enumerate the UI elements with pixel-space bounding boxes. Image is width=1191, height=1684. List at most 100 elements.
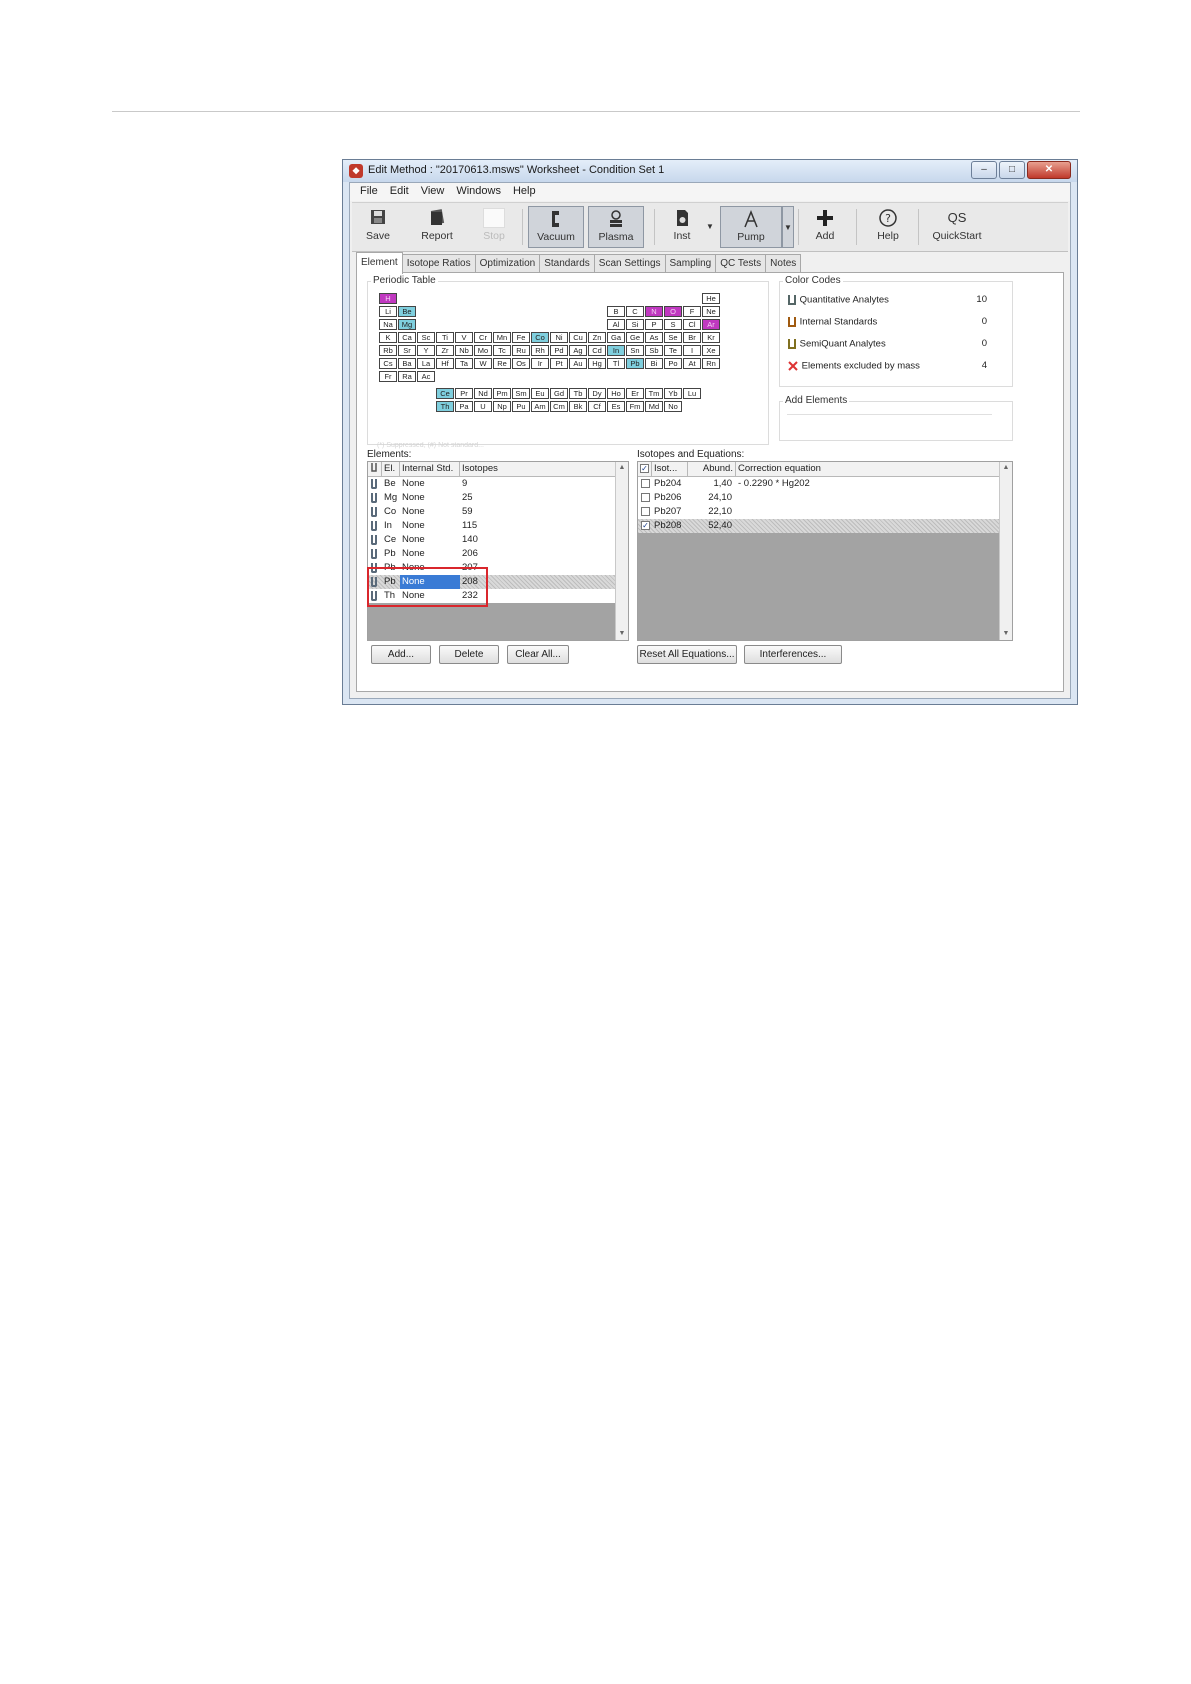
add-elements-input[interactable]: [787, 414, 992, 415]
element-k[interactable]: K: [379, 332, 397, 343]
element-tc[interactable]: Tc: [493, 345, 511, 356]
isotopes-list[interactable]: ✓ Isot... Abund. Correction equation Pb2…: [637, 461, 1013, 641]
table-row[interactable]: Co None 59: [368, 505, 616, 519]
elements-el-column-header[interactable]: El.: [382, 462, 400, 476]
isotope-checkbox[interactable]: [641, 493, 650, 502]
isotopes-check-all-header[interactable]: ✓: [638, 462, 652, 476]
element-es[interactable]: Es: [607, 401, 625, 412]
maximize-button[interactable]: □: [999, 161, 1025, 179]
element-cf[interactable]: Cf: [588, 401, 606, 412]
report-button[interactable]: Report: [414, 206, 460, 248]
element-ar[interactable]: Ar: [702, 319, 720, 330]
element-la[interactable]: La: [417, 358, 435, 369]
correction-equation[interactable]: [736, 491, 986, 505]
menu-file[interactable]: File: [354, 183, 384, 201]
isotope-checkbox[interactable]: ✓: [641, 521, 650, 530]
element-ge[interactable]: Ge: [626, 332, 644, 343]
table-row[interactable]: Pb None 206: [368, 547, 616, 561]
element-b[interactable]: B: [607, 306, 625, 317]
element-re[interactable]: Re: [493, 358, 511, 369]
element-ca[interactable]: Ca: [398, 332, 416, 343]
internal-std-value[interactable]: None: [400, 547, 460, 561]
table-row[interactable]: Pb204 1,40- 0.2290 * Hg202: [638, 477, 1000, 491]
element-ga[interactable]: Ga: [607, 332, 625, 343]
element-br[interactable]: Br: [683, 332, 701, 343]
element-se[interactable]: Se: [664, 332, 682, 343]
element-in[interactable]: In: [607, 345, 625, 356]
internal-std-value[interactable]: None: [400, 519, 460, 533]
element-am[interactable]: Am: [531, 401, 549, 412]
element-hg[interactable]: Hg: [588, 358, 606, 369]
element-sn[interactable]: Sn: [626, 345, 644, 356]
element-kr[interactable]: Kr: [702, 332, 720, 343]
element-rh[interactable]: Rh: [531, 345, 549, 356]
element-dy[interactable]: Dy: [588, 388, 606, 399]
element-hf[interactable]: Hf: [436, 358, 454, 369]
element-pu[interactable]: Pu: [512, 401, 530, 412]
element-p[interactable]: P: [645, 319, 663, 330]
element-w[interactable]: W: [474, 358, 492, 369]
element-md[interactable]: Md: [645, 401, 663, 412]
stop-button[interactable]: Stop: [476, 206, 512, 248]
element-cu[interactable]: Cu: [569, 332, 587, 343]
element-xe[interactable]: Xe: [702, 345, 720, 356]
element-cd[interactable]: Cd: [588, 345, 606, 356]
table-row[interactable]: Ce None 140: [368, 533, 616, 547]
element-tm[interactable]: Tm: [645, 388, 663, 399]
element-ce[interactable]: Ce: [436, 388, 454, 399]
element-sc[interactable]: Sc: [417, 332, 435, 343]
element-yb[interactable]: Yb: [664, 388, 682, 399]
minimize-button[interactable]: –: [971, 161, 997, 179]
element-cr[interactable]: Cr: [474, 332, 492, 343]
element-fm[interactable]: Fm: [626, 401, 644, 412]
elements-list[interactable]: El. Internal Std. Isotopes Be None 9 Mg None…: [367, 461, 629, 641]
help-button[interactable]: ? Help: [866, 206, 910, 248]
element-zn[interactable]: Zn: [588, 332, 606, 343]
tab-element[interactable]: Element: [356, 252, 403, 274]
menu-windows[interactable]: Windows: [450, 183, 507, 201]
element-ru[interactable]: Ru: [512, 345, 530, 356]
elements-std-column-header[interactable]: Internal Std.: [400, 462, 460, 476]
correction-equation[interactable]: - 0.2290 * Hg202: [736, 477, 986, 491]
element-au[interactable]: Au: [569, 358, 587, 369]
scroll-down-icon[interactable]: ▼: [616, 628, 628, 640]
element-as[interactable]: As: [645, 332, 663, 343]
element-tl[interactable]: Tl: [607, 358, 625, 369]
element-mn[interactable]: Mn: [493, 332, 511, 343]
table-row[interactable]: Pb207 22,10: [638, 505, 1000, 519]
element-i[interactable]: I: [683, 345, 701, 356]
element-ta[interactable]: Ta: [455, 358, 473, 369]
element-rb[interactable]: Rb: [379, 345, 397, 356]
element-tb[interactable]: Tb: [569, 388, 587, 399]
element-y[interactable]: Y: [417, 345, 435, 356]
element-cl[interactable]: Cl: [683, 319, 701, 330]
table-row[interactable]: Pb206 24,10: [638, 491, 1000, 505]
element-sr[interactable]: Sr: [398, 345, 416, 356]
element-u[interactable]: U: [474, 401, 492, 412]
element-bk[interactable]: Bk: [569, 401, 587, 412]
pump-dropdown[interactable]: ▼: [782, 206, 794, 248]
internal-std-value[interactable]: None: [400, 533, 460, 547]
element-ho[interactable]: Ho: [607, 388, 625, 399]
element-th[interactable]: Th: [436, 401, 454, 412]
element-at[interactable]: At: [683, 358, 701, 369]
element-zr[interactable]: Zr: [436, 345, 454, 356]
element-ag[interactable]: Ag: [569, 345, 587, 356]
isotope-checkbox[interactable]: [641, 507, 650, 516]
internal-std-value[interactable]: None: [400, 491, 460, 505]
plasma-button[interactable]: Plasma: [588, 206, 644, 248]
tab-sampling[interactable]: Sampling: [664, 254, 717, 273]
scroll-up-icon[interactable]: ▲: [1000, 462, 1012, 474]
element-nb[interactable]: Nb: [455, 345, 473, 356]
element-ti[interactable]: Ti: [436, 332, 454, 343]
element-ir[interactable]: Ir: [531, 358, 549, 369]
element-mo[interactable]: Mo: [474, 345, 492, 356]
scroll-up-icon[interactable]: ▲: [616, 462, 628, 474]
table-row[interactable]: Be None 9: [368, 477, 616, 491]
element-f[interactable]: F: [683, 306, 701, 317]
element-be[interactable]: Be: [398, 306, 416, 317]
elements-isotopes-column-header[interactable]: Isotopes: [460, 462, 616, 476]
inst-button[interactable]: Inst: [660, 206, 704, 248]
menu-help[interactable]: Help: [507, 183, 542, 201]
element-ne[interactable]: Ne: [702, 306, 720, 317]
